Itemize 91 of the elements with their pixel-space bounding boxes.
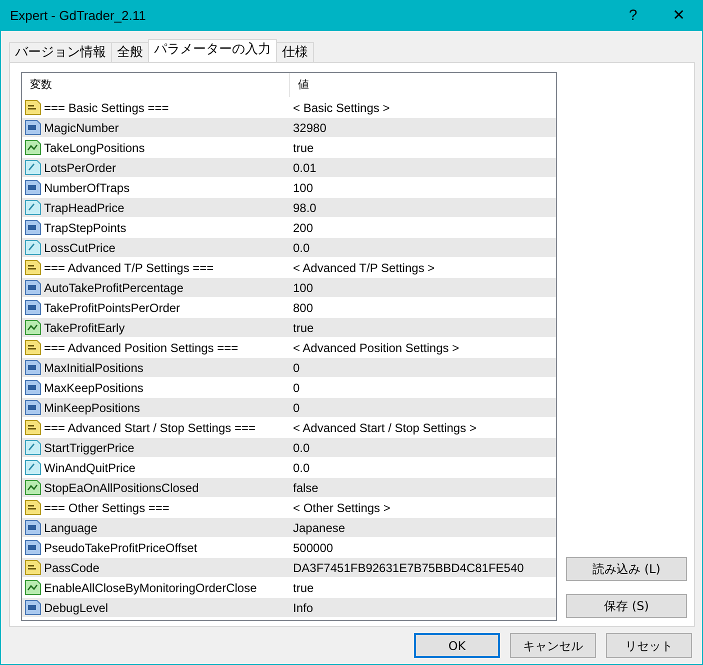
parameter-value[interactable]: true [293, 318, 314, 336]
boolean-type-icon [25, 320, 41, 335]
parameter-value[interactable]: 0 [293, 358, 300, 376]
parameter-name: MagicNumber [44, 120, 119, 136]
parameter-value[interactable]: 800 [293, 298, 314, 316]
parameter-value[interactable]: 0 [293, 378, 300, 396]
save-button[interactable]: 保存 (S) [566, 594, 687, 618]
parameter-name: DebugLevel [44, 600, 108, 616]
parameter-value[interactable]: 100 [293, 178, 314, 196]
tab[interactable]: 仕様 [276, 42, 314, 62]
parameter-name: === Other Settings === [44, 500, 170, 516]
parameter-name: MinKeepPositions [44, 400, 140, 416]
parameter-value[interactable]: 500000 [293, 538, 334, 556]
parameter-name: MaxInitialPositions [44, 360, 144, 376]
integer-type-icon [25, 300, 41, 315]
parameter-name: PassCode [44, 560, 100, 576]
reset-button[interactable]: リセット [606, 633, 692, 658]
parameter-name: PseudoTakeProfitPriceOffset [44, 540, 198, 556]
parameter-value[interactable]: 0 [293, 398, 300, 416]
parameter-value[interactable]: 100 [293, 278, 314, 296]
parameter-value[interactable]: < Other Settings > [293, 498, 390, 516]
close-button[interactable]: ✕ [656, 1, 702, 31]
parameter-value[interactable]: < Basic Settings > [293, 98, 390, 116]
parameter-value[interactable]: false [293, 478, 318, 496]
parameter-name: LossCutPrice [44, 240, 116, 256]
decimal-type-icon [25, 460, 41, 475]
text-type-icon [25, 500, 41, 515]
window-title: Expert - GdTrader_2.11 [10, 7, 147, 26]
cancel-button[interactable]: キャンセル [510, 633, 596, 658]
integer-type-icon [25, 180, 41, 195]
decimal-type-icon [25, 240, 41, 255]
parameter-name: AutoTakeProfitPercentage [44, 280, 184, 296]
parameter-name: === Advanced Position Settings === [44, 340, 238, 356]
parameter-name: === Advanced T/P Settings === [44, 260, 214, 276]
integer-type-icon [25, 220, 41, 235]
parameter-value[interactable]: < Advanced T/P Settings > [293, 258, 435, 276]
parameter-name: === Advanced Start / Stop Settings === [44, 420, 256, 436]
load-button[interactable]: 読み込み (L) [566, 557, 687, 581]
integer-type-icon [25, 400, 41, 415]
parameter-name: NumberOfTraps [44, 180, 130, 196]
tab[interactable]: バージョン情報 [9, 42, 112, 62]
boolean-type-icon [25, 480, 41, 495]
column-header[interactable]: 変数 [22, 73, 290, 97]
parameter-name: MaxKeepPositions [44, 380, 144, 396]
integer-type-icon [25, 120, 41, 135]
text-type-icon [25, 560, 41, 575]
parameter-value[interactable]: 0.0 [293, 438, 310, 456]
parameter-value[interactable]: 200 [293, 218, 314, 236]
parameter-value[interactable]: true [293, 138, 314, 156]
text-type-icon [25, 100, 41, 115]
decimal-type-icon [25, 440, 41, 455]
integer-type-icon [25, 600, 41, 615]
parameter-value[interactable]: 0.0 [293, 238, 310, 256]
parameter-name: TakeLongPositions [44, 140, 145, 156]
boolean-type-icon [25, 140, 41, 155]
integer-type-icon [25, 280, 41, 295]
parameter-name: WinAndQuitPrice [44, 460, 136, 476]
parameter-name: TrapStepPoints [44, 220, 126, 236]
ok-button[interactable]: OK [414, 633, 500, 658]
parameter-name: TrapHeadPrice [44, 200, 124, 216]
integer-type-icon [25, 520, 41, 535]
parameter-name: EnableAllCloseByMonitoringOrderClose [44, 580, 257, 596]
parameter-value[interactable]: true [293, 578, 314, 596]
parameter-value[interactable]: < Advanced Position Settings > [293, 338, 460, 356]
parameter-value[interactable]: < Advanced Start / Stop Settings > [293, 418, 476, 436]
integer-type-icon [25, 360, 41, 375]
parameter-name: === Basic Settings === [44, 100, 169, 116]
boolean-type-icon [25, 580, 41, 595]
decimal-type-icon [25, 160, 41, 175]
help-button[interactable]: ? [610, 1, 656, 31]
integer-type-icon [25, 380, 41, 395]
text-type-icon [25, 420, 41, 435]
tab[interactable]: パラメーターの入力 [148, 39, 277, 62]
integer-type-icon [25, 540, 41, 555]
parameter-name: Language [44, 520, 98, 536]
parameter-value[interactable]: 32980 [293, 118, 326, 136]
parameter-value[interactable]: 0.01 [293, 158, 316, 176]
text-type-icon [25, 260, 41, 275]
parameter-name: LotsPerOrder [44, 160, 116, 176]
parameter-name: StartTriggerPrice [44, 440, 134, 456]
parameter-value[interactable]: 0.0 [293, 458, 310, 476]
parameter-value[interactable]: DA3F7451FB92631E7B75BBD4C81FE540 [293, 558, 524, 576]
decimal-type-icon [25, 200, 41, 215]
parameter-name: TakeProfitEarly [44, 320, 125, 336]
parameter-name: TakeProfitPointsPerOrder [44, 300, 180, 316]
parameter-name: StopEaOnAllPositionsClosed [44, 480, 199, 496]
text-type-icon [25, 340, 41, 355]
parameter-value[interactable]: 98.0 [293, 198, 316, 216]
column-header[interactable]: 値 [290, 73, 309, 97]
parameter-value[interactable]: Info [293, 598, 314, 616]
parameter-value[interactable]: Japanese [293, 518, 346, 536]
